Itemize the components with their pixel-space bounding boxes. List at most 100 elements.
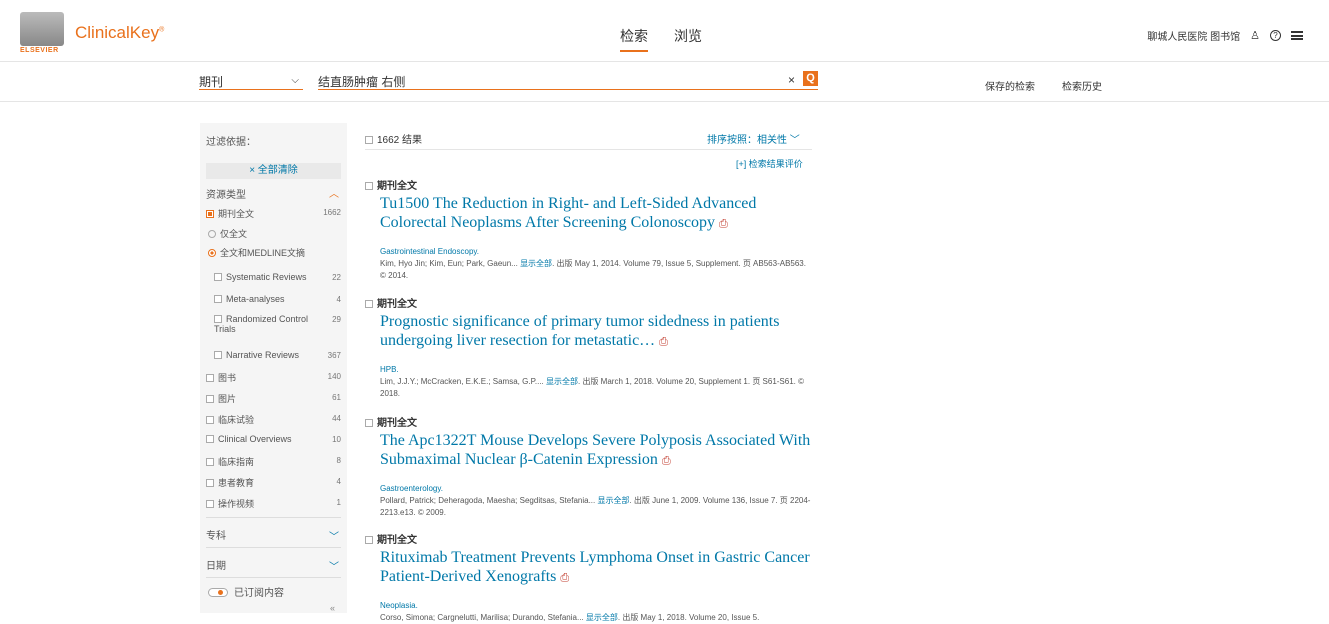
- radio-full-only[interactable]: 仅全文: [208, 227, 247, 240]
- result-journal[interactable]: Gastroenterology.: [380, 484, 812, 493]
- result-title[interactable]: Rituximab Treatment Prevents Lymphoma On…: [380, 548, 812, 588]
- result-type: 期刊全文: [365, 531, 812, 546]
- result-title-text[interactable]: Rituximab Treatment Prevents Lymphoma On…: [380, 549, 810, 585]
- chevron-down-icon[interactable]: ﹀: [329, 528, 339, 543]
- filter-books[interactable]: 图书: [206, 371, 236, 384]
- date-heading[interactable]: 日期: [206, 557, 226, 572]
- filter-meta-analyses[interactable]: Meta-analyses: [214, 294, 285, 304]
- filter-randomized-control-trials[interactable]: Randomized Control Trials: [214, 314, 314, 334]
- divider: [206, 517, 341, 518]
- filter-sidebar: 过滤依据： × 全部清除 资源类型 ︿ 期刊全文 1662 仅全文 全文和MED…: [200, 123, 347, 613]
- radio-label: 仅全文: [220, 229, 248, 239]
- checkbox-icon: [214, 351, 222, 359]
- result-checkbox[interactable]: [365, 419, 373, 427]
- clear-search-icon[interactable]: ×: [788, 73, 795, 87]
- result-type: 期刊全文: [365, 177, 812, 192]
- result-journal[interactable]: Gastrointestinal Endoscopy.: [380, 247, 812, 256]
- radio-icon: [208, 230, 216, 238]
- subscribed-toggle[interactable]: 已订阅内容: [208, 584, 284, 599]
- result-title[interactable]: Prognostic significance of primary tumor…: [380, 312, 812, 352]
- filter-images[interactable]: 图片: [206, 392, 236, 405]
- result-title-text[interactable]: The Apc1322T Mouse Develops Severe Polyp…: [380, 432, 810, 468]
- result-item: 期刊全文 Tu1500 The Reduction in Right- and …: [365, 177, 812, 282]
- filter-guidelines[interactable]: 临床指南: [206, 455, 254, 468]
- result-checkbox[interactable]: [365, 182, 373, 190]
- search-history-link[interactable]: 检索历史: [1062, 78, 1102, 93]
- filter-label: Randomized Control Trials: [214, 314, 309, 334]
- chevron-down-icon[interactable]: ﹀: [329, 558, 339, 573]
- specialty-heading[interactable]: 专科: [206, 527, 226, 542]
- result-journal[interactable]: HPB.: [380, 365, 812, 374]
- help-icon[interactable]: ?: [1270, 30, 1281, 41]
- filter-systematic-reviews[interactable]: Systematic Reviews: [214, 272, 307, 282]
- show-all-link[interactable]: 显示全部: [546, 377, 578, 386]
- filter-patient-education[interactable]: 患者教育: [206, 476, 254, 489]
- sort-label: 排序按照：相关性: [707, 135, 787, 146]
- filter-narrative-reviews[interactable]: Narrative Reviews: [214, 350, 299, 360]
- select-all-checkbox[interactable]: [365, 136, 373, 144]
- result-item: 期刊全文 Rituximab Treatment Prevents Lympho…: [365, 531, 812, 624]
- menu-icon[interactable]: [1291, 31, 1303, 40]
- divider: [365, 149, 812, 150]
- nav-browse[interactable]: 浏览: [674, 26, 702, 52]
- brand-text: ClinicalKey: [75, 23, 160, 42]
- saved-searches-link[interactable]: 保存的检索: [985, 78, 1035, 93]
- result-checkbox[interactable]: [365, 300, 373, 308]
- nav-search[interactable]: 检索: [620, 26, 648, 52]
- scope-value: 期刊: [199, 75, 224, 89]
- filter-count: 8: [336, 456, 341, 465]
- filter-label: Meta-analyses: [226, 294, 285, 304]
- radio-full-medline[interactable]: 全文和MEDLINE文摘: [208, 246, 305, 259]
- result-authors: Lim, J.J.Y.; McCracken, E.K.E.; Samsa, G…: [380, 377, 544, 386]
- radio-label: 全文和MEDLINE文摘: [220, 248, 306, 258]
- filter-journal-full[interactable]: 期刊全文: [206, 207, 254, 220]
- filter-count: 1: [336, 498, 341, 507]
- results-count-text: 1662 结果: [377, 135, 423, 146]
- show-all-link[interactable]: 显示全部: [520, 259, 552, 268]
- filter-title: 过滤依据：: [206, 137, 256, 148]
- pdf-icon[interactable]: ⎙: [719, 218, 728, 230]
- institution-label[interactable]: 聊城人民医院 图书馆: [1147, 28, 1240, 43]
- checkbox-icon: [206, 395, 214, 403]
- show-all-link[interactable]: 显示全部: [586, 613, 618, 622]
- collapse-icon[interactable]: «: [330, 603, 335, 613]
- result-title-text[interactable]: Prognostic significance of primary tumor…: [380, 313, 779, 349]
- top-header: ELSEVIER ClinicalKey® 检索 浏览 聊城人民医院 图书馆 ♙…: [0, 0, 1329, 62]
- checkbox-icon: [206, 210, 214, 218]
- result-title[interactable]: The Apc1322T Mouse Develops Severe Polyp…: [380, 431, 812, 471]
- filter-procedure-videos[interactable]: 操作视频: [206, 497, 254, 510]
- result-title-text[interactable]: Tu1500 The Reduction in Right- and Left-…: [380, 195, 756, 231]
- pdf-icon[interactable]: ⎙: [659, 336, 668, 348]
- filter-clinical-overviews[interactable]: Clinical Overviews: [206, 434, 292, 444]
- elsevier-logo[interactable]: ELSEVIER: [20, 12, 66, 58]
- pdf-icon[interactable]: ⎙: [662, 455, 671, 467]
- toggle-label: 已订阅内容: [234, 588, 284, 599]
- scope-select[interactable]: 期刊 ⌵: [199, 73, 303, 90]
- filter-count: 22: [332, 273, 341, 282]
- filter-label: 操作视频: [218, 499, 255, 509]
- result-checkbox[interactable]: [365, 536, 373, 544]
- result-title[interactable]: Tu1500 The Reduction in Right- and Left-…: [380, 194, 812, 234]
- pdf-icon[interactable]: ⎙: [560, 572, 569, 584]
- show-all-link[interactable]: 显示全部: [597, 496, 629, 505]
- search-input[interactable]: 结直肠肿瘤 右侧: [318, 73, 818, 90]
- main-nav: 检索 浏览: [620, 26, 702, 52]
- brand-name[interactable]: ClinicalKey®: [75, 23, 164, 43]
- result-journal[interactable]: Neoplasia.: [380, 601, 812, 610]
- filter-count: 140: [327, 372, 341, 381]
- result-authors: Kim, Hyo Jin; Kim, Eun; Park, Gaeun...: [380, 259, 518, 268]
- search-button[interactable]: Q: [803, 71, 818, 86]
- result-authors: Pollard, Patrick; Deheragoda, Maesha; Se…: [380, 496, 596, 505]
- sort-dropdown[interactable]: 排序按照：相关性 ﹀: [707, 131, 800, 146]
- filter-count: 44: [332, 414, 341, 423]
- evaluate-results-link[interactable]: [+] 检索结果评价: [736, 157, 803, 170]
- result-item: 期刊全文 The Apc1322T Mouse Develops Severe …: [365, 414, 812, 519]
- clear-all-button[interactable]: × 全部清除: [206, 163, 341, 179]
- result-authors: Corso, Simona; Cargnelutti, Marilisa; Du…: [380, 613, 584, 622]
- result-type: 期刊全文: [365, 295, 812, 310]
- filter-clinical-trials[interactable]: 临床试验: [206, 413, 254, 426]
- filter-count: 10: [332, 435, 341, 444]
- source-type-heading[interactable]: 资源类型: [206, 186, 246, 201]
- chevron-up-icon[interactable]: ︿: [329, 185, 339, 200]
- user-icon[interactable]: ♙: [1250, 29, 1260, 42]
